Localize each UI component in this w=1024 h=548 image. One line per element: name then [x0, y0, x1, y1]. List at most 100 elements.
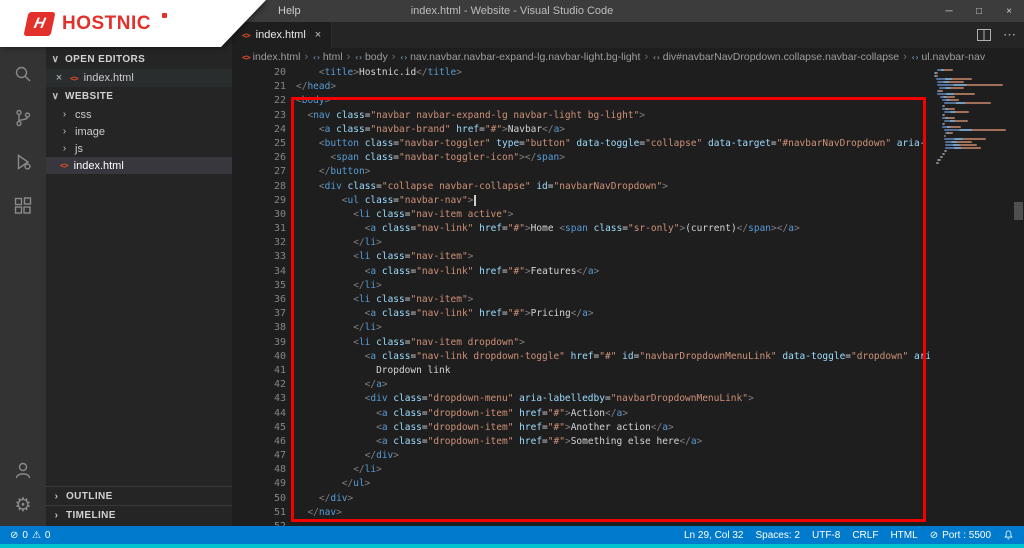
search-icon[interactable]	[11, 62, 35, 86]
line-number[interactable]: 32	[232, 236, 286, 250]
breadcrumb-item[interactable]: ‹› div#navbarNavDropdown.collapse.navbar-…	[652, 51, 899, 63]
cursor-position-indicator[interactable]: Ln 29, Col 32	[684, 530, 744, 541]
breadcrumb-item[interactable]: <> index.html	[242, 51, 301, 63]
problems-indicator[interactable]: ⊘ 0 ⚠ 0	[10, 530, 50, 541]
page-accent-strip	[0, 544, 1024, 548]
menu-help[interactable]: Help	[272, 5, 307, 17]
logo-overlay: H HOSTNIC	[0, 0, 266, 47]
tree-folder-js[interactable]: › js	[46, 140, 232, 157]
scrollbar-thumb[interactable]	[1014, 202, 1023, 220]
hostnic-brand-text: HOSTNIC	[62, 12, 151, 34]
line-number[interactable]: 24	[232, 123, 286, 137]
eol-indicator[interactable]: CRLF	[852, 530, 878, 541]
account-icon[interactable]	[11, 458, 35, 482]
website-section-label: WEBSITE	[65, 91, 114, 102]
chevron-right-icon: ›	[62, 109, 67, 120]
line-number[interactable]: 51	[232, 506, 286, 520]
breadcrumb-label: ul.navbar-nav	[921, 51, 986, 63]
run-debug-icon[interactable]	[11, 150, 35, 174]
tree-folder-image[interactable]: › image	[46, 123, 232, 140]
line-number[interactable]: 28	[232, 180, 286, 194]
line-number[interactable]: 49	[232, 477, 286, 491]
line-number[interactable]: 34	[232, 265, 286, 279]
breadcrumb-item[interactable]: ‹› body	[354, 51, 387, 63]
indentation-indicator[interactable]: Spaces: 2	[756, 530, 800, 541]
encoding-indicator[interactable]: UTF-8	[812, 530, 840, 541]
split-editor-icon[interactable]	[977, 29, 991, 41]
line-number[interactable]: 21	[232, 80, 286, 94]
open-editor-label: index.html	[83, 72, 134, 84]
line-number[interactable]: 35	[232, 279, 286, 293]
line-number[interactable]: 26	[232, 151, 286, 165]
error-icon: ⊘	[10, 529, 19, 541]
breadcrumb-item[interactable]: ‹› ul.navbar-nav	[911, 51, 985, 63]
code-line[interactable]: <title>Hostnic.id</title>	[296, 66, 930, 80]
sidebar-section-label: TIMELINE	[66, 509, 116, 521]
line-number[interactable]: 43	[232, 392, 286, 406]
symbol-icon: ‹›	[354, 52, 363, 62]
minimap-line	[942, 123, 946, 125]
extensions-icon[interactable]	[11, 194, 35, 218]
code-line[interactable]: </head>	[296, 80, 930, 94]
line-number[interactable]: 23	[232, 109, 286, 123]
line-number[interactable]: 46	[232, 435, 286, 449]
tree-folder-css[interactable]: › css	[46, 106, 232, 123]
chevron-right-icon: ›	[54, 490, 59, 502]
line-number[interactable]: 36	[232, 293, 286, 307]
breadcrumb-item[interactable]: ‹› nav.navbar.navbar-expand-lg.navbar-lig…	[399, 51, 640, 63]
line-number[interactable]: 37	[232, 307, 286, 321]
warning-icon: ⚠	[31, 529, 41, 541]
line-number[interactable]: 27	[232, 165, 286, 179]
minimize-icon[interactable]: ─	[934, 0, 964, 22]
port-indicator[interactable]: ⊘ Port : 5500	[930, 530, 991, 541]
tab-close-icon[interactable]: ×	[315, 29, 321, 41]
line-number[interactable]: 25	[232, 137, 286, 151]
language-indicator[interactable]: HTML	[890, 530, 917, 541]
chevron-right-icon: ›	[54, 509, 59, 521]
website-section-header[interactable]: ∨ WEBSITE	[46, 87, 232, 106]
line-number[interactable]: 45	[232, 421, 286, 435]
line-number[interactable]: 40	[232, 350, 286, 364]
line-number[interactable]: 33	[232, 250, 286, 264]
source-control-icon[interactable]	[11, 106, 35, 130]
line-number[interactable]: 44	[232, 407, 286, 421]
line-number[interactable]: 50	[232, 492, 286, 506]
brand-dot-icon	[162, 13, 167, 18]
sidebar-sections: › OUTLINE › TIMELINE	[46, 486, 232, 524]
close-window-icon[interactable]: ×	[994, 0, 1024, 22]
sidebar-section-outline[interactable]: › OUTLINE	[46, 486, 232, 505]
minimap[interactable]	[934, 66, 1012, 526]
tree-file-index.html[interactable]: <> index.html	[46, 157, 232, 174]
symbol-icon: ‹›	[312, 52, 321, 62]
close-editor-icon[interactable]: ×	[54, 72, 64, 84]
line-number[interactable]: 30	[232, 208, 286, 222]
more-actions-icon[interactable]: ⋯	[1003, 28, 1016, 41]
line-number[interactable]: 22	[232, 94, 286, 108]
line-number[interactable]: 42	[232, 378, 286, 392]
minimap-line	[943, 111, 969, 113]
open-editors-header[interactable]: ∨ OPEN EDITORS	[46, 50, 232, 69]
line-number[interactable]: 41	[232, 364, 286, 378]
breadcrumb-label: div#navbarNavDropdown.collapse.navbar-co…	[662, 51, 900, 63]
line-number[interactable]: 38	[232, 321, 286, 335]
line-number[interactable]: 47	[232, 449, 286, 463]
minimap-line	[937, 84, 1003, 86]
minimap-line	[942, 153, 946, 155]
maximize-icon[interactable]: □	[964, 0, 994, 22]
line-number[interactable]: 29	[232, 194, 286, 208]
open-editor-item[interactable]: × <> index.html	[46, 69, 232, 87]
line-number[interactable]: 48	[232, 463, 286, 477]
sidebar-section-timeline[interactable]: › TIMELINE	[46, 505, 232, 524]
chevron-down-icon: ∨	[51, 91, 60, 102]
status-bar: ⊘ 0 ⚠ 0 Ln 29, Col 32 Spaces: 2 UTF-8 CR…	[0, 526, 1024, 544]
settings-gear-icon[interactable]: ⚙	[11, 494, 35, 518]
minimap-line	[945, 132, 954, 134]
editor-scrollbar[interactable]	[1012, 66, 1024, 526]
line-number[interactable]: 39	[232, 336, 286, 350]
line-number[interactable]: 20	[232, 66, 286, 80]
window-controls: ─ □ ×	[934, 0, 1024, 22]
minimap-line	[942, 126, 961, 128]
breadcrumb-item[interactable]: ‹› html	[312, 51, 342, 63]
line-number[interactable]: 31	[232, 222, 286, 236]
notifications-bell-icon[interactable]	[1003, 529, 1014, 541]
